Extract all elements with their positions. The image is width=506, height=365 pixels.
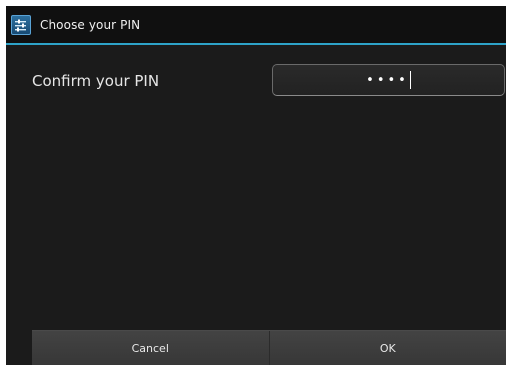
- settings-app-icon: [11, 14, 31, 35]
- text-cursor: [409, 71, 411, 89]
- pin-masked-value: ••••: [366, 72, 409, 88]
- cancel-button[interactable]: Cancel: [32, 331, 269, 365]
- pin-input-field[interactable]: ••••: [272, 64, 505, 96]
- button-bar: Cancel OK: [32, 330, 506, 365]
- title-bar: Choose your PIN: [6, 6, 506, 43]
- dialog-title: Choose your PIN: [40, 17, 141, 32]
- ok-button[interactable]: OK: [269, 331, 506, 365]
- pin-dialog: Choose your PIN Confirm your PIN •••• Ca…: [6, 6, 506, 365]
- title-divider: [6, 43, 506, 45]
- confirm-pin-label: Confirm your PIN: [32, 72, 160, 90]
